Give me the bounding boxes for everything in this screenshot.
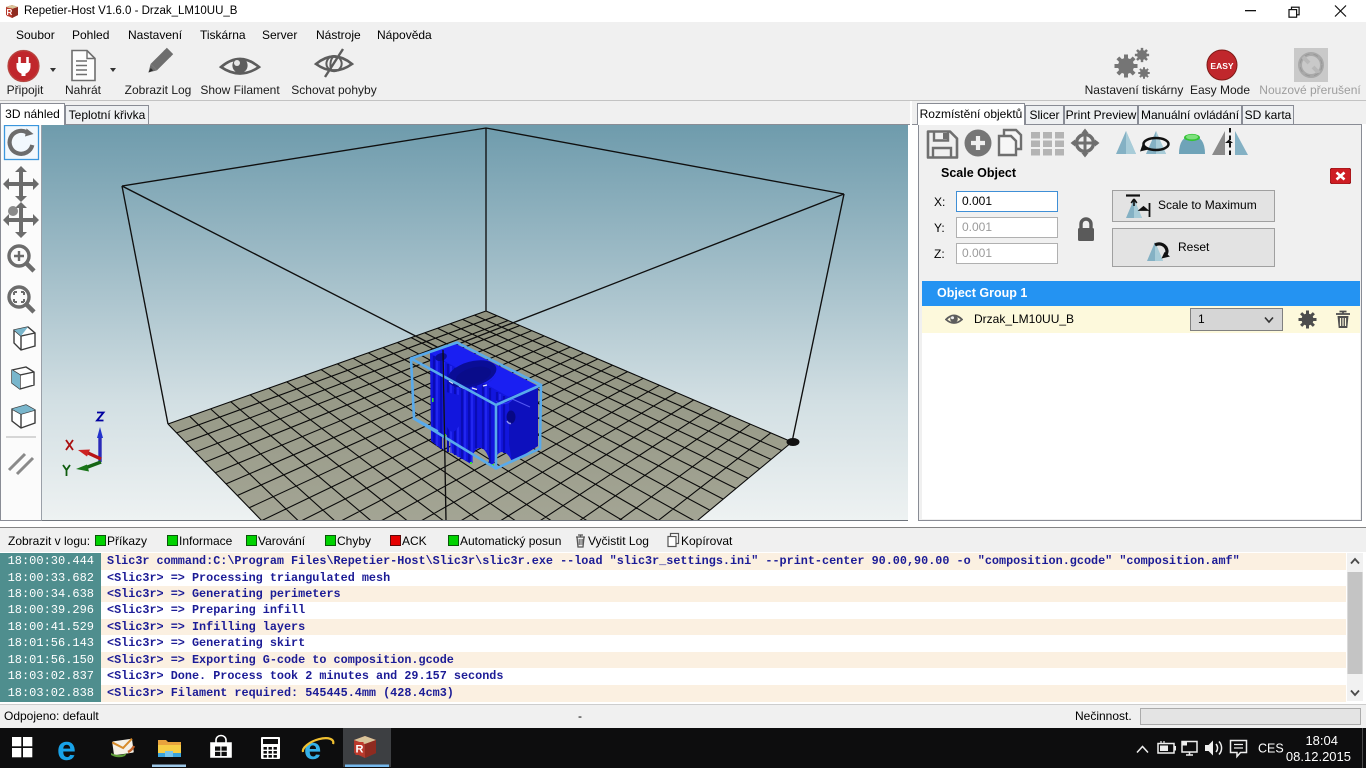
svg-text:18:04: 18:04 xyxy=(1305,733,1338,748)
svg-text:R: R xyxy=(7,8,13,17)
svg-text:e: e xyxy=(304,731,321,766)
svg-text:e: e xyxy=(57,730,76,768)
svg-text:CES: CES xyxy=(1258,742,1284,756)
svg-text:R: R xyxy=(356,744,364,756)
svg-text:08.12.2015: 08.12.2015 xyxy=(1286,749,1351,764)
svg-text:EASY: EASY xyxy=(1210,61,1233,71)
